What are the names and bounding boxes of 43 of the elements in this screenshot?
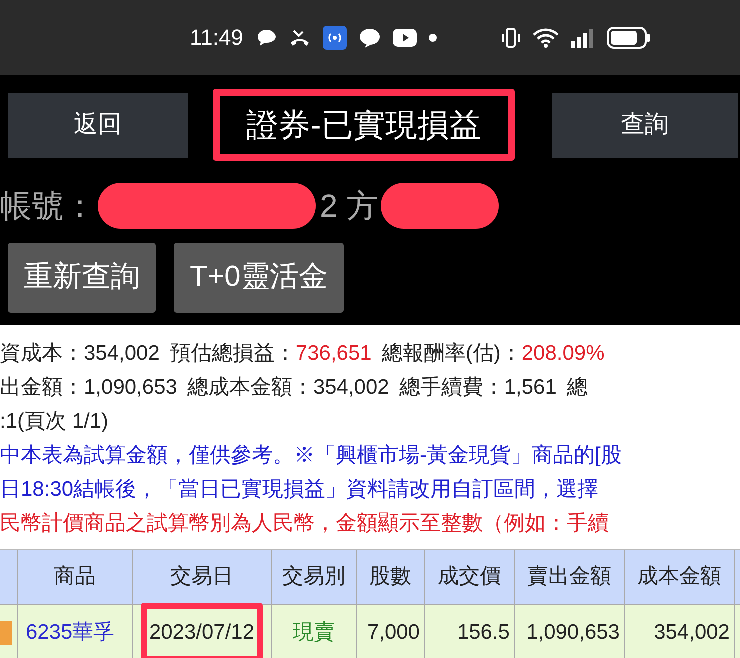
summary-value: 208.09%: [522, 341, 605, 368]
page-title: 證券-已實現損益: [213, 89, 515, 161]
summary-value: 354,002: [84, 341, 160, 368]
summary-value: :1(頁次 1/1): [0, 409, 109, 436]
chat-bubble-icon: [257, 28, 278, 46]
battery-icon: [607, 26, 652, 48]
summary-label: 出金額：: [0, 375, 84, 402]
table-cell-text: 現賣: [293, 620, 335, 646]
tag-icon: [0, 620, 12, 644]
summary-label: 總手續費：: [399, 375, 504, 402]
broadcast-icon: [323, 26, 348, 50]
back-button[interactable]: 返回: [8, 92, 188, 158]
wifi-icon: [533, 28, 560, 48]
summary-label: 總: [566, 375, 588, 402]
notice-text: 民幣計價商品之試算幣別為人民幣，金額顯示至整數（例如：手續: [0, 511, 609, 538]
table-cell-text: 1,090,653: [526, 620, 621, 646]
table-cell: 2023/07/12: [141, 602, 263, 658]
missed-call-icon: [289, 28, 312, 46]
summary-value: 354,002: [313, 375, 390, 402]
summary-label: 總報酬率(估)：: [382, 341, 522, 368]
product-link[interactable]: 6235華孚: [18, 616, 115, 648]
signal-icon: [571, 28, 596, 48]
clock: 11:49: [190, 24, 244, 52]
table-cell-text: 354,002: [654, 620, 731, 646]
speech-bubble-icon: [359, 28, 382, 48]
play-icon: [393, 28, 418, 46]
action-button[interactable]: T+0靈活金: [174, 243, 344, 313]
summary-value: 1,090,653: [84, 375, 178, 402]
summary-label: 預估總損益：: [170, 341, 296, 368]
notice-text: 日18:30結帳後，「當日已實現損益」資料請改用自訂區間，選擇: [0, 477, 599, 504]
summary-value: 736,651: [296, 341, 372, 368]
dot-icon: [429, 34, 438, 42]
summary-value: 1,561: [504, 375, 557, 402]
vibrate-icon: [501, 26, 522, 48]
table-cell-text: 156.5: [457, 620, 511, 646]
summary-label: 資成本：: [0, 341, 84, 368]
summary-label: 總成本金額：: [187, 375, 314, 402]
notice-text: 中本表為試算金額，僅供參考。※「興櫃市場-黃金現貨」商品的[股: [0, 443, 622, 470]
action-button[interactable]: 重新查詢: [8, 243, 156, 313]
table-cell-text: 7,000: [367, 620, 421, 646]
query-button[interactable]: 查詢: [552, 92, 738, 158]
account-label: 帳號：: [0, 187, 96, 226]
account-number-fragment: 2 方: [320, 187, 379, 226]
